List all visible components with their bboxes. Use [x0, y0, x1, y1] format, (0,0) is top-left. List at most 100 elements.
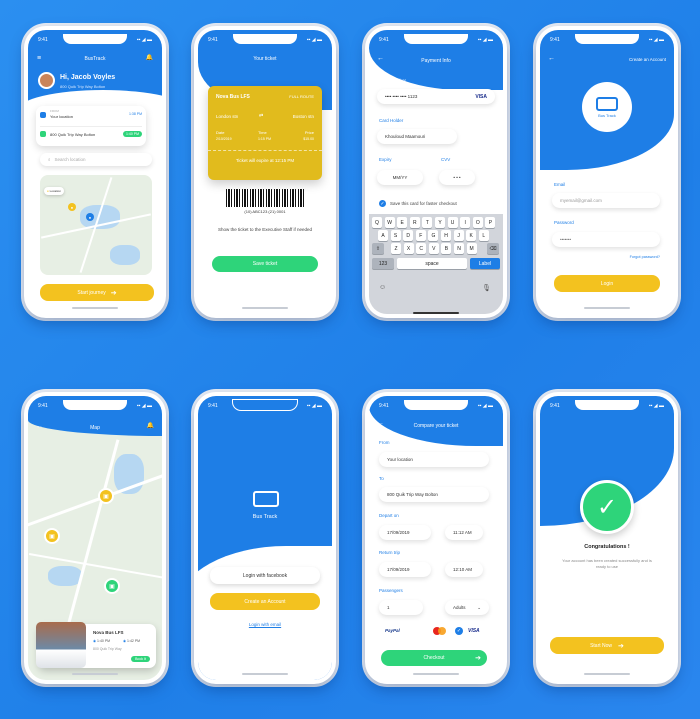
status-time: 9:41 — [379, 403, 389, 409]
card-holder-input[interactable]: Khouloud Maamouri — [377, 129, 457, 144]
key-s[interactable]: S — [390, 230, 401, 241]
key-j[interactable]: J — [453, 230, 464, 241]
key-k[interactable]: K — [466, 230, 477, 241]
visa-icon: VISA — [475, 93, 487, 100]
facebook-login-button[interactable]: Login with facebook — [210, 567, 320, 584]
cvv-label: CVV — [441, 157, 451, 162]
start-journey-button[interactable]: Start journey ➔ — [40, 284, 154, 301]
depart-time-input[interactable]: 11:12 AM — [445, 525, 483, 540]
password-label: Password — [554, 220, 574, 225]
keyboard: QWERTYUIOP ASDFGHJKL ZXCVBNM ⇧ ⌫ 123 space… — [369, 214, 503, 314]
key-y[interactable]: Y — [435, 217, 445, 228]
user-address: 800 Quik Trip Way Bolton — [60, 84, 106, 89]
phone-compare: 9:41 ▪▪ ◢ ▬ ← Compare your ticket From Yo… — [365, 392, 507, 684]
start-now-button[interactable]: Start Now ➔ — [550, 637, 664, 654]
email-login-link[interactable]: Login with email — [198, 622, 332, 627]
arrow-right-icon: ➔ — [618, 642, 624, 650]
key-i[interactable]: I — [460, 217, 471, 228]
return-label: Return trip — [379, 550, 401, 555]
avatar[interactable] — [38, 72, 55, 89]
email-field[interactable]: myemail@gmail.com — [552, 193, 660, 208]
return-time-input[interactable]: 12:10 AM — [445, 562, 483, 577]
to-value[interactable]: 800 Quik Trip Way Bolton — [50, 132, 95, 137]
bus-to-icon — [40, 131, 46, 137]
key-b[interactable]: B — [441, 243, 452, 254]
login-button[interactable]: Login — [554, 275, 660, 292]
bus-pin-icon[interactable]: ● — [68, 203, 76, 211]
key-e[interactable]: E — [397, 217, 408, 228]
cvv-input[interactable]: • • • — [439, 170, 475, 185]
back-arrow-icon[interactable]: ← — [548, 55, 555, 62]
password-field[interactable]: ••••••• — [552, 232, 660, 247]
checkout-button[interactable]: Checkout ➔ — [381, 650, 487, 666]
route-card: FROM Your location 1:38 PM 800 Quik Trip… — [36, 106, 146, 146]
passengers-input[interactable]: 1 — [379, 600, 423, 615]
passenger-type-select[interactable]: Adults ⌄ — [445, 600, 489, 615]
expiry-input[interactable]: MM/YY — [377, 170, 423, 185]
time-value: 1:15 PM — [258, 137, 272, 141]
delete-key[interactable]: ⌫ — [487, 243, 499, 254]
create-account-button[interactable]: Create an Account — [210, 593, 320, 610]
bus-pin-icon[interactable]: ▣ — [98, 488, 114, 504]
bus-pin-icon[interactable]: ● — [86, 213, 94, 221]
microphone-icon[interactable]: 🎙 — [482, 284, 491, 292]
success-message: Your account has been created successful… — [562, 558, 652, 570]
key-f[interactable]: F — [415, 230, 426, 241]
label-key[interactable]: Label — [470, 258, 500, 269]
key-a[interactable]: A — [378, 230, 388, 241]
key-q[interactable]: Q — [372, 217, 382, 228]
key-h[interactable]: H — [441, 230, 451, 241]
start-journey-label: Start journey — [77, 289, 106, 296]
screen-title: Payment Info — [421, 58, 451, 64]
space-key[interactable]: space — [397, 258, 467, 269]
key-n[interactable]: N — [454, 243, 464, 254]
book-button[interactable]: Book It — [131, 656, 150, 662]
status-time: 9:41 — [208, 403, 218, 409]
bell-icon[interactable]: 🔔 — [146, 55, 153, 61]
key-d[interactable]: D — [403, 230, 414, 241]
key-v[interactable]: V — [428, 243, 439, 254]
from-value[interactable]: Your location — [50, 114, 73, 119]
save-card-checkbox[interactable]: ✓ — [379, 200, 386, 207]
key-l[interactable]: L — [478, 230, 489, 241]
key-g[interactable]: G — [428, 230, 439, 241]
bus-pin-icon[interactable]: ▣ — [104, 578, 120, 594]
shift-key[interactable]: ⇧ — [372, 243, 384, 254]
depart-date-input[interactable]: 17/09/2019 — [379, 525, 431, 540]
card-number-input[interactable]: •••• •••• •••• 1123 VISA — [377, 89, 495, 104]
mockup-canvas: { "common":{"time":"9:41"}, "home":{"tit… — [0, 0, 700, 719]
paypal-icon[interactable]: PayPal — [385, 628, 400, 633]
bus-info-card[interactable]: Nova Bus LFS ◉ 1:40 PM ◉ 1:42 PM 800 Qui… — [36, 622, 156, 668]
numbers-key[interactable]: 123 — [372, 258, 394, 269]
logo-text: Bus Track — [252, 514, 278, 520]
emoji-icon[interactable]: ☺ — [379, 284, 386, 291]
return-date-input[interactable]: 17/09/2019 — [379, 562, 431, 577]
to-input[interactable]: 800 Quik Trip Way Bolton — [379, 487, 489, 502]
from-input[interactable]: Your location — [379, 452, 489, 467]
price-label: Price — [304, 130, 314, 135]
key-z[interactable]: Z — [391, 243, 401, 254]
search-input[interactable]: ⌕ Search location — [40, 153, 152, 166]
bus-pin-icon[interactable]: ▣ — [44, 528, 60, 544]
save-ticket-button[interactable]: Save ticket — [212, 256, 318, 272]
forgot-password-link[interactable]: Forgot password? — [630, 255, 660, 259]
bell-icon[interactable]: 🔔 — [147, 423, 154, 429]
key-r[interactable]: R — [409, 217, 420, 228]
key-w[interactable]: W — [384, 217, 395, 228]
visa-icon[interactable]: VISA — [468, 628, 480, 634]
key-x[interactable]: X — [403, 243, 414, 254]
mini-map[interactable]: ● Location ● ● — [40, 175, 152, 275]
to-time-badge: 1:40 PM — [122, 131, 142, 137]
ticket-card: Nova Bus LFS FULL ROUTE London stn ⇄ Bos… — [208, 86, 322, 180]
start-now-label: Start Now — [590, 642, 613, 649]
key-c[interactable]: C — [416, 243, 427, 254]
key-m[interactable]: M — [466, 243, 477, 254]
ticket-from: London stn — [216, 114, 239, 119]
key-u[interactable]: U — [447, 217, 458, 228]
key-t[interactable]: T — [422, 217, 433, 228]
mastercard-icon[interactable] — [433, 627, 447, 635]
ticket-route: FULL ROUTE — [289, 94, 314, 99]
key-p[interactable]: P — [485, 217, 496, 228]
phone-ticket: 9:41 ▪▪ ◢ ▬ Your ticket Nova Bus LFS FULL… — [194, 26, 336, 318]
key-o[interactable]: O — [472, 217, 483, 228]
